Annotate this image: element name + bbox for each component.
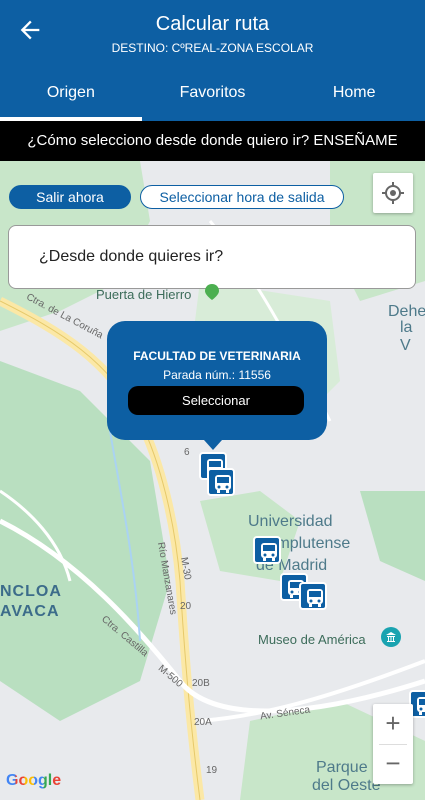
pick-departure-time-toggle[interactable]: Seleccionar hora de salida	[140, 185, 344, 209]
tab-home[interactable]: Home	[283, 73, 425, 121]
map-label-puerta-hierro: Puerta de Hierro	[96, 287, 192, 302]
attribution-text: Google	[6, 772, 62, 789]
bus-icon	[261, 543, 277, 561]
map-label-exit-20: 20	[180, 601, 192, 612]
origin-search-input[interactable]: ¿Desde donde quieres ir?	[8, 225, 416, 289]
map-label-universidad: Universidad	[248, 513, 333, 530]
help-banner[interactable]: ¿Cómo selecciono desde donde quiero ir? …	[0, 121, 425, 161]
zoom-divider	[379, 744, 407, 745]
tab-bar: Origen Favoritos Home	[0, 73, 425, 121]
destination-subtitle: DESTINO: CºREAL-ZONA ESCOLAR	[111, 41, 314, 55]
map-label-dehesa-2: la V	[400, 319, 413, 354]
zoom-in-button[interactable]: +	[373, 704, 413, 744]
map-label-moncloa: NCLOA	[0, 583, 62, 600]
map-label-exit-6: 6	[184, 447, 190, 458]
stop-number: Parada núm.: 11556	[163, 368, 271, 382]
my-location-button[interactable]	[373, 173, 413, 213]
page-title: Calcular ruta	[155, 13, 270, 35]
map-label-parque: Parque	[316, 759, 368, 776]
map-label-exit-19: 19	[206, 765, 218, 776]
place-pin-icon	[205, 284, 219, 300]
select-stop-button[interactable]: Seleccionar	[128, 386, 304, 415]
tab-origen[interactable]: Origen	[0, 73, 142, 121]
map-label-museo: Museo de América	[258, 632, 366, 647]
tab-favoritos[interactable]: Favoritos	[142, 73, 284, 121]
map-label-oeste: del Oeste	[312, 777, 381, 794]
bus-icon	[215, 475, 231, 493]
bus-stop-marker[interactable]	[299, 582, 327, 610]
stop-info-popup: FACULTAD DE VETERINARIA Parada núm.: 115…	[107, 321, 327, 450]
bus-stop-marker[interactable]	[253, 536, 281, 564]
museum-pin-icon	[381, 627, 401, 647]
bus-stop-marker[interactable]	[207, 468, 235, 496]
map-label-exit-20b: 20B	[192, 678, 210, 689]
app-header: Calcular ruta DESTINO: CºREAL-ZONA ESCOL…	[0, 0, 425, 121]
map-label-exit-20a: 20A	[194, 717, 212, 728]
bus-icon	[307, 589, 323, 607]
bus-icon	[417, 697, 425, 715]
stop-name: FACULTAD DE VETERINARIA	[133, 349, 301, 363]
leave-now-toggle[interactable]: Salir ahora	[9, 185, 131, 209]
google-logo: Google	[6, 772, 61, 790]
zoom-out-button[interactable]: −	[373, 744, 413, 784]
map-label-aravaca: AVACA	[0, 603, 60, 620]
crosshair-icon	[382, 182, 404, 204]
zoom-controls: + −	[373, 704, 413, 784]
